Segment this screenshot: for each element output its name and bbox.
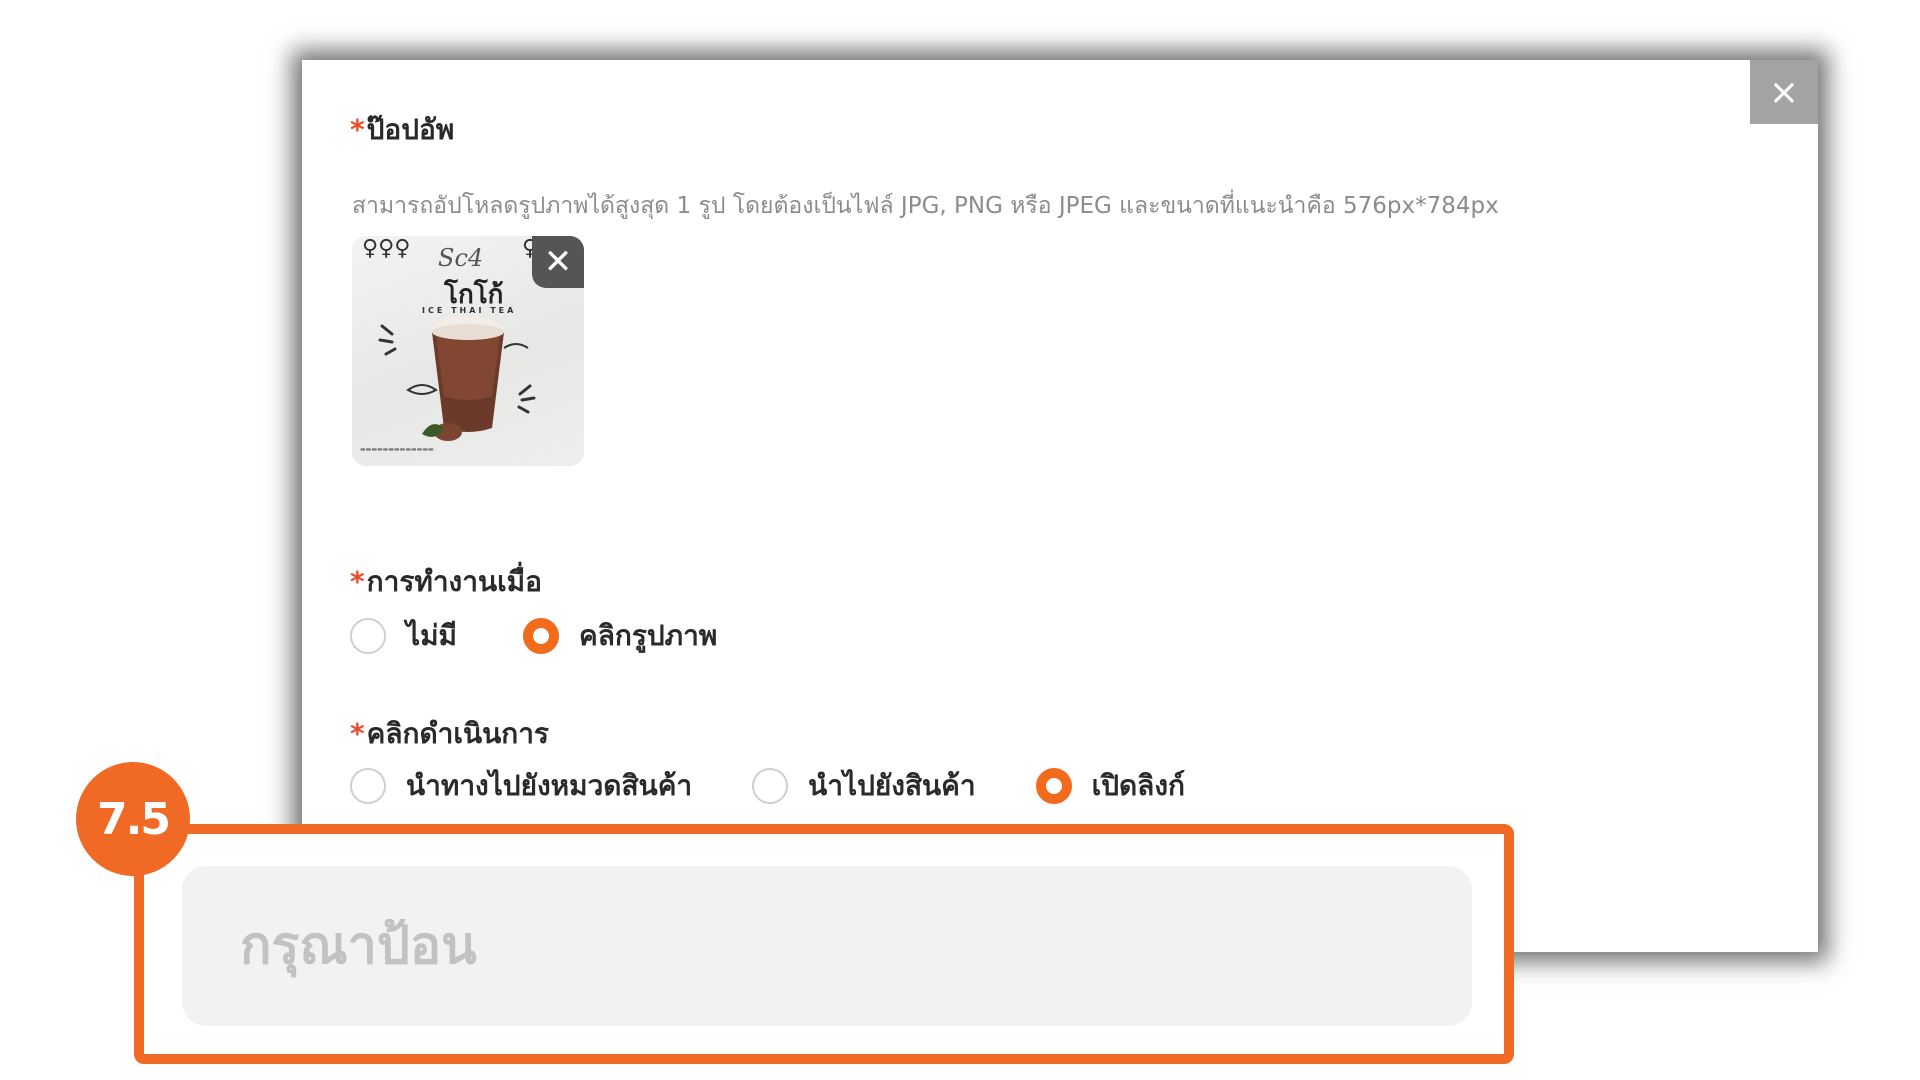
radio-trigger-none[interactable]: ไม่มี [350,614,457,658]
radio-checked-icon [1035,768,1072,804]
close-icon: ✕ [543,242,573,282]
trigger-radio-group: ไม่มี คลิกรูปภาพ [350,614,717,658]
popup-settings-modal: × *ป๊อปอัพ สามารถอัปโหลดรูปภาพได้สูงสุด … [302,60,1818,952]
thumbnail-footer: ▬▬▬▬▬▬▬▬▬▬▬▬▬ [360,446,434,453]
radio-checked-icon [523,618,559,654]
radio-unchecked-icon [350,618,386,654]
radio-label: คลิกรูปภาพ [579,619,718,652]
radio-label: นำไปยังสินค้า [808,769,976,802]
required-mark: * [350,717,365,750]
click-action-label-text: คลิกดำเนินการ [366,717,549,750]
modal-close-button[interactable]: × [1750,60,1818,124]
radio-action-product[interactable]: นำไปยังสินค้า [752,764,976,808]
click-action-radio-group: นำทางไปยังหมวดสินค้า นำไปยังสินค้า เปิดล… [350,764,1185,808]
remove-image-button[interactable]: ✕ [532,236,584,288]
step-badge: 7.5 [76,762,190,876]
popup-image-thumbnail: ♀♀♀ ♀♀ Sc4 โกโก้ ICE THAI TEA ▬▬▬▬▬▬▬▬▬▬… [352,236,584,466]
close-icon: × [1768,71,1800,113]
radio-trigger-click-image[interactable]: คลิกรูปภาพ [523,614,717,658]
radio-label: เปิดลิงก์ [1091,769,1185,802]
click-action-field-label: *คลิกดำเนินการ [350,712,549,756]
upload-hint: สามารถอัปโหลดรูปภาพได้สูงสุด 1 รูป โดยต้… [352,193,1499,219]
radio-unchecked-icon [350,768,386,804]
trigger-field-label: *การทำงานเมื่อ [350,560,542,604]
screen: × *ป๊อปอัพ สามารถอัปโหลดรูปภาพได้สูงสุด … [0,0,1920,1080]
trigger-label-text: การทำงานเมื่อ [366,565,542,598]
radio-action-category[interactable]: นำทางไปยังหมวดสินค้า [350,764,692,808]
required-mark: * [350,113,365,146]
radio-label: นำทางไปยังหมวดสินค้า [406,769,693,802]
radio-label: ไม่มี [406,619,457,652]
required-mark: * [350,565,365,598]
popup-label-text: ป๊อปอัพ [366,113,455,146]
popup-field-label: *ป๊อปอัพ [350,108,454,152]
radio-action-open-link[interactable]: เปิดลิงก์ [1035,764,1185,808]
link-url-input[interactable] [182,866,1472,1026]
radio-unchecked-icon [752,768,789,804]
